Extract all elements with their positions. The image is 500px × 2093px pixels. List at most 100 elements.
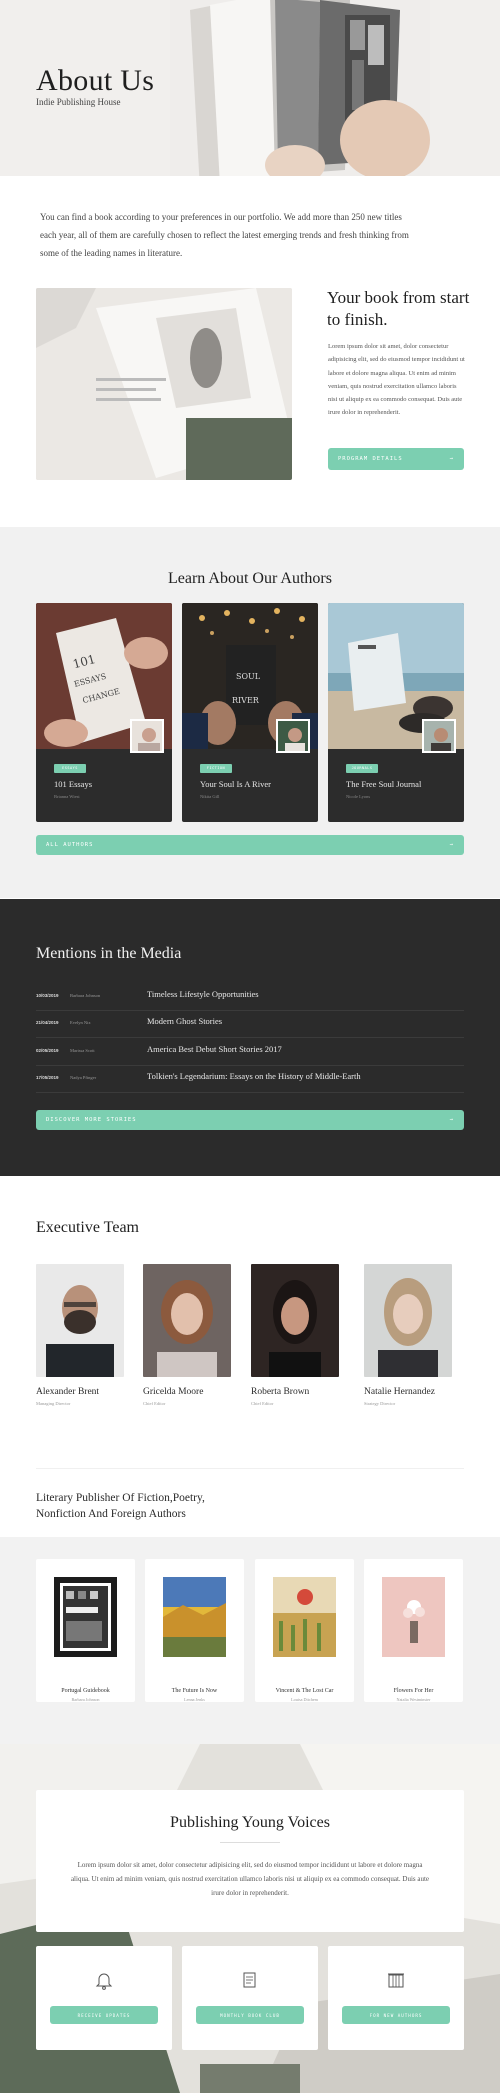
media-title: Mentions in the Media bbox=[36, 945, 182, 962]
media-date: 17/05/2019 bbox=[36, 1075, 59, 1080]
all-authors-label: ALL AUTHORS bbox=[46, 842, 94, 848]
book-author: Barbara Johnson bbox=[71, 1697, 100, 1702]
feature-image bbox=[36, 288, 292, 480]
svg-text:SOUL: SOUL bbox=[236, 672, 261, 681]
author-card-author: Nikita Gill bbox=[200, 794, 220, 799]
media-row[interactable]: 02/05/2019 Marissa Scott America Best De… bbox=[36, 1039, 464, 1066]
media-headline[interactable]: Tolkien's Legendarium: Essays on the His… bbox=[147, 1071, 361, 1081]
section-divider bbox=[36, 1468, 464, 1469]
page-title: About Us bbox=[36, 64, 155, 97]
feature-title: Your book from start to finish. bbox=[327, 288, 470, 329]
book-title: Portugal Guidebook bbox=[61, 1688, 110, 1694]
title-underline bbox=[220, 1842, 280, 1843]
media-author: Nadya Pfinger bbox=[70, 1075, 97, 1080]
executive-member[interactable]: Gricelda Moore Chief Editor bbox=[143, 1264, 231, 1406]
category-badge: FICTION bbox=[200, 764, 232, 773]
executive-role: Chief Editor bbox=[143, 1401, 166, 1406]
executive-role: Managing Director bbox=[36, 1401, 71, 1406]
young-voices-card: Publishing Young Voices Lorem ipsum dolo… bbox=[36, 1790, 464, 1932]
author-card-title: Your Soul Is A River bbox=[200, 779, 271, 789]
book-title: The Future Is Now bbox=[171, 1688, 218, 1694]
hero-section: About Us Indie Publishing House bbox=[0, 0, 500, 176]
cta-card: RECEIVE UPDATES bbox=[36, 1946, 172, 2050]
author-card-author: Brianna Wiest bbox=[54, 794, 80, 799]
author-card-title: 101 Essays bbox=[54, 779, 93, 789]
bell-icon bbox=[95, 1973, 113, 1990]
author-card[interactable]: JOURNALS The Free Soul Journal Nicole Ly… bbox=[328, 603, 464, 822]
scroll-icon bbox=[243, 1972, 256, 1988]
books-section: Portugal Guidebook Barbara Johnson The F… bbox=[0, 1537, 500, 1744]
arrow-right-icon: → bbox=[449, 1117, 454, 1123]
receive-updates-button[interactable]: RECEIVE UPDATES bbox=[50, 2006, 158, 2024]
executive-member[interactable]: Roberta Brown Chief Editor bbox=[251, 1264, 339, 1406]
authors-section: Learn About Our Authors 101 ESSAYS CHANG… bbox=[0, 527, 500, 898]
author-card[interactable]: SOUL RIVER FICTION Your Soul Is A River … bbox=[182, 603, 318, 822]
media-author: Evelyn Nix bbox=[70, 1020, 91, 1025]
cta-card: MONTHLY BOOK CLUB bbox=[182, 1946, 318, 2050]
executive-role: Strategy Director bbox=[364, 1401, 396, 1406]
book-author: Lenna Jenks bbox=[184, 1697, 205, 1702]
for-new-authors-button[interactable]: FOR NEW AUTHORS bbox=[342, 2006, 450, 2024]
program-details-label: PROGRAM DETAILS bbox=[338, 456, 403, 462]
book-card[interactable]: Flowers For Her Natalia Westminster bbox=[364, 1559, 463, 1702]
page-subtitle: Indie Publishing House bbox=[36, 97, 121, 107]
author-avatar bbox=[130, 719, 164, 753]
intro-text: You can find a book according to your pr… bbox=[40, 212, 409, 258]
book-author: Natalia Westminster bbox=[396, 1697, 431, 1702]
media-date: 10/03/2019 bbox=[36, 993, 59, 998]
executive-role: Chief Editor bbox=[251, 1401, 274, 1406]
author-avatar bbox=[422, 719, 456, 753]
category-badge: JOURNALS bbox=[346, 764, 378, 773]
feature-body: Lorem ipsum dolor sit amet, dolor consec… bbox=[328, 343, 465, 417]
authors-title: Learn About Our Authors bbox=[168, 570, 332, 587]
young-voices-section: Publishing Young Voices Lorem ipsum dolo… bbox=[0, 1744, 500, 2093]
media-author: Barbara Johnson bbox=[70, 993, 101, 998]
building-icon bbox=[388, 1973, 404, 1988]
discover-more-stories-button[interactable]: DISCOVER MORE STORIES → bbox=[36, 1110, 464, 1130]
arrow-right-icon: → bbox=[449, 842, 454, 848]
book-author: Louisa Ditchem bbox=[291, 1697, 318, 1702]
monthly-book-club-button[interactable]: MONTHLY BOOK CLUB bbox=[196, 2006, 304, 2024]
book-title: Flowers For Her bbox=[393, 1688, 434, 1694]
author-card-title: The Free Soul Journal bbox=[346, 779, 422, 789]
executive-name: Gricelda Moore bbox=[143, 1387, 204, 1397]
media-row[interactable]: 17/05/2019 Nadya Pfinger Tolkien's Legen… bbox=[36, 1066, 464, 1093]
book-card[interactable]: The Future Is Now Lenna Jenks bbox=[145, 1559, 244, 1702]
media-row[interactable]: 21/04/2019 Evelyn Nix Modern Ghost Stori… bbox=[36, 1011, 464, 1038]
executive-member[interactable]: Natalie Hernandez Strategy Director bbox=[364, 1264, 452, 1406]
executive-name: Roberta Brown bbox=[251, 1387, 310, 1397]
category-badge: ESSAYS bbox=[54, 764, 86, 773]
young-voices-text: Lorem ipsum dolor sit amet, dolor consec… bbox=[70, 1861, 430, 1897]
young-voices-title: Publishing Young Voices bbox=[170, 1814, 330, 1831]
author-card-author: Nicole Lyons bbox=[346, 794, 371, 799]
all-authors-button[interactable]: ALL AUTHORS → bbox=[36, 835, 464, 855]
media-author: Marissa Scott bbox=[70, 1048, 95, 1053]
executive-name: Natalie Hernandez bbox=[364, 1387, 435, 1397]
svg-text:RIVER: RIVER bbox=[232, 696, 260, 705]
book-cover bbox=[163, 1577, 226, 1657]
book-card[interactable]: Portugal Guidebook Barbara Johnson bbox=[36, 1559, 135, 1702]
media-section: Mentions in the Media 10/03/2019 Barbara… bbox=[0, 899, 500, 1176]
book-cover bbox=[273, 1577, 336, 1657]
media-headline[interactable]: America Best Debut Short Stories 2017 bbox=[147, 1044, 282, 1054]
hero-book-image bbox=[170, 0, 430, 176]
program-details-button[interactable]: PROGRAM DETAILS → bbox=[328, 448, 464, 470]
executive-portrait bbox=[364, 1264, 452, 1377]
media-row[interactable]: 10/03/2019 Barbara Johnson Timeless Life… bbox=[36, 984, 464, 1011]
executive-title: Executive Team bbox=[36, 1219, 139, 1236]
media-headline[interactable]: Timeless Lifestyle Opportunities bbox=[147, 989, 259, 999]
book-card[interactable]: Vincent & The Lost Car Louisa Ditchem bbox=[255, 1559, 354, 1702]
executive-name: Alexander Brent bbox=[36, 1387, 100, 1397]
author-avatar bbox=[276, 719, 310, 753]
discover-more-label: DISCOVER MORE STORIES bbox=[46, 1117, 137, 1123]
media-date: 21/04/2019 bbox=[36, 1020, 59, 1025]
book-cover bbox=[382, 1577, 445, 1657]
book-title: Vincent & The Lost Car bbox=[275, 1688, 334, 1694]
executive-portrait bbox=[251, 1264, 339, 1377]
literary-title: Literary Publisher Of Fiction,Poetry, No… bbox=[36, 1492, 205, 1520]
media-headline[interactable]: Modern Ghost Stories bbox=[147, 1016, 222, 1026]
media-date: 02/05/2019 bbox=[36, 1048, 59, 1053]
executive-member[interactable]: Alexander Brent Managing Director bbox=[36, 1264, 124, 1406]
author-card[interactable]: 101 ESSAYS CHANGE ESSAYS 101 Essays Bria… bbox=[36, 603, 172, 822]
executive-portrait bbox=[36, 1264, 124, 1377]
